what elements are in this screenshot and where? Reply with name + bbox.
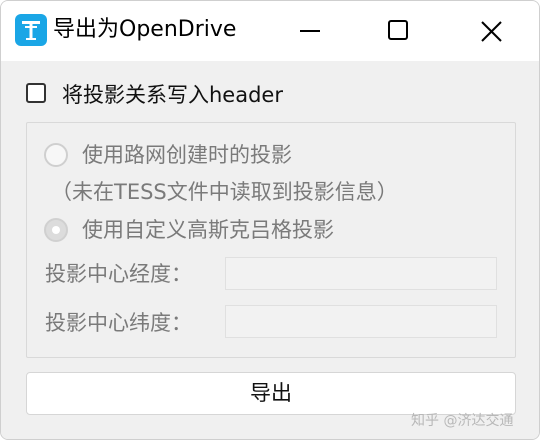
maximize-button[interactable] [369,1,429,61]
projection-missing-note: （未在TESS文件中读取到投影信息） [51,180,398,204]
maximize-icon [388,20,408,40]
radio-selected-dot [52,226,60,234]
minimize-button[interactable] [283,1,343,61]
minimize-icon [300,30,320,32]
write-projection-header-label[interactable]: 将投影关系写入header [62,81,283,109]
use-custom-gauss-kruger-label[interactable]: 使用自定义高斯克吕格投影 [82,216,334,244]
title-bar[interactable]: 导出为OpenDrive [1,1,539,61]
use-custom-gauss-kruger-radio[interactable] [44,218,68,242]
app-logo-icon [15,14,47,46]
center-longitude-input[interactable] [225,257,497,290]
window-title: 导出为OpenDrive [53,17,237,42]
center-latitude-input[interactable] [225,305,497,338]
close-icon [481,21,502,42]
use-network-projection-radio[interactable] [44,143,68,167]
export-opendrive-dialog: 导出为OpenDrive 将投影关系写入header 使用路网创建时的投影 （未… [0,0,540,440]
dialog-content: 将投影关系写入header 使用路网创建时的投影 （未在TESS文件中读取到投影… [1,61,539,439]
close-button[interactable] [461,1,521,61]
use-network-projection-label[interactable]: 使用路网创建时的投影 [82,141,292,169]
center-latitude-label: 投影中心纬度： [45,311,192,335]
watermark-text: 知乎 @济达交通 [411,413,514,429]
center-longitude-label: 投影中心经度： [45,262,192,286]
export-button[interactable]: 导出 [26,372,516,415]
write-projection-header-checkbox[interactable] [26,83,46,103]
